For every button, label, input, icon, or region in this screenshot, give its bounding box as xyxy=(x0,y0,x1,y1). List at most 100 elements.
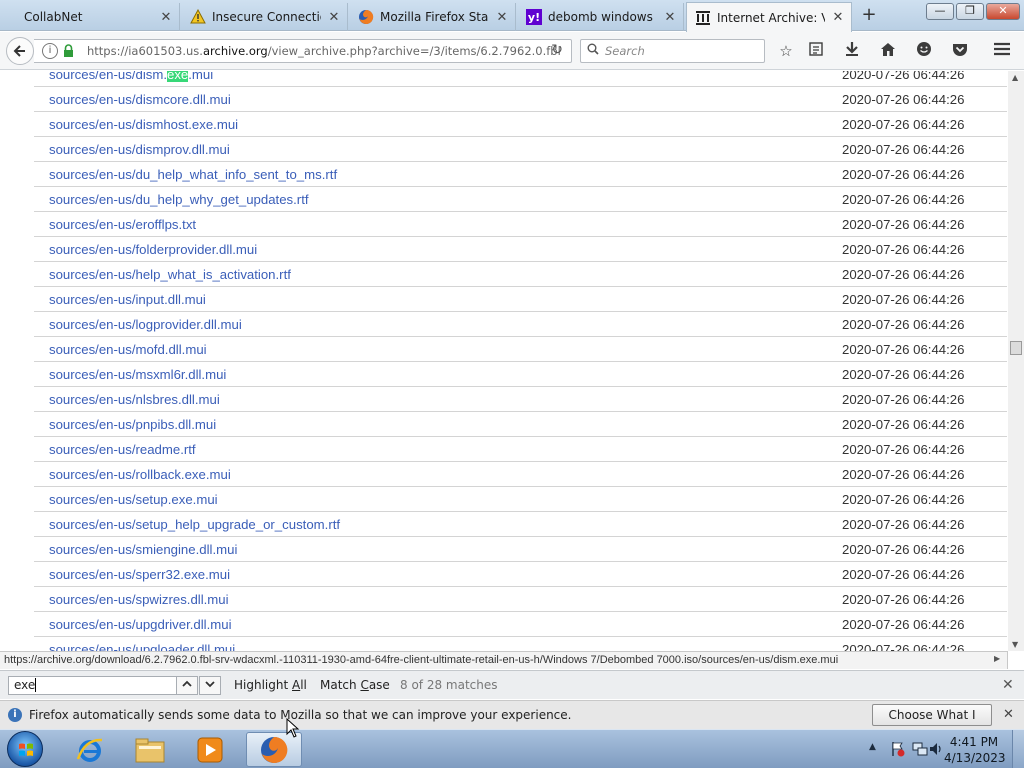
maximize-button[interactable]: ❐ xyxy=(956,3,984,20)
find-input[interactable]: exe xyxy=(8,676,177,695)
find-next-button[interactable] xyxy=(199,676,221,695)
back-arrow-icon xyxy=(13,45,25,57)
file-link[interactable]: sources/en-us/readme.rtf xyxy=(49,442,196,457)
scroll-right-arrow-icon[interactable]: ▶ xyxy=(994,654,1000,663)
media-player-icon[interactable] xyxy=(182,732,238,767)
reload-icon[interactable]: ↻ xyxy=(551,42,563,58)
reader-list-icon[interactable] xyxy=(806,41,826,61)
match-case-label: Match xyxy=(320,678,361,692)
file-name-text: sources/en-us/dism. xyxy=(49,71,167,82)
file-date: 2020-07-26 06:44:26 xyxy=(842,492,965,507)
file-link[interactable]: sources/en-us/dism.exe.mui xyxy=(49,71,213,82)
tab-mozilla-firefox[interactable]: Mozilla Firefox Star... ✕ xyxy=(350,3,516,31)
file-link[interactable]: sources/en-us/smiengine.dll.mui xyxy=(49,542,237,557)
file-date: 2020-07-26 06:44:26 xyxy=(842,167,965,182)
file-link[interactable]: sources/en-us/spwizres.dll.mui xyxy=(49,592,229,607)
file-link[interactable]: sources/en-us/input.dll.mui xyxy=(49,292,206,307)
file-link[interactable]: sources/en-us/pnpibs.dll.mui xyxy=(49,417,216,432)
tab-strip: CollabNet ✕ Insecure Connection ✕ Mozill… xyxy=(0,0,1024,32)
file-link[interactable]: sources/en-us/upgloader.dll.mui xyxy=(49,642,235,651)
back-button[interactable] xyxy=(6,37,34,65)
file-date: 2020-07-26 06:44:26 xyxy=(842,342,965,357)
file-name-text: sources/en-us/input.dll.mui xyxy=(49,292,206,307)
hamburger-menu-icon[interactable] xyxy=(992,41,1012,61)
tab-internet-archive[interactable]: Internet Archive: Vi... ✕ xyxy=(686,2,852,32)
file-link[interactable]: sources/en-us/erofflps.txt xyxy=(49,217,196,232)
tab-close-icon[interactable]: ✕ xyxy=(663,10,677,25)
file-date: 2020-07-26 06:44:26 xyxy=(842,617,965,632)
minimize-button[interactable]: — xyxy=(926,3,954,20)
tab-close-icon[interactable]: ✕ xyxy=(327,10,341,25)
file-link[interactable]: sources/en-us/rollback.exe.mui xyxy=(49,467,231,482)
home-icon[interactable] xyxy=(878,41,898,61)
highlight-all-accesskey: A xyxy=(292,678,301,692)
tab-debomb-windows[interactable]: y! debomb windows ... ✕ xyxy=(518,3,684,31)
file-link[interactable]: sources/en-us/upgdriver.dll.mui xyxy=(49,617,232,632)
url-path: /view_archive.php?archive=/3/items/6.2.7… xyxy=(267,44,561,58)
lock-icon[interactable] xyxy=(63,44,75,58)
vertical-scrollbar[interactable]: ▲ ▼ xyxy=(1008,71,1024,651)
tray-expand-icon[interactable]: ▲ xyxy=(869,742,876,752)
file-link[interactable]: sources/en-us/setup.exe.mui xyxy=(49,492,218,507)
file-date: 2020-07-26 06:44:26 xyxy=(842,517,965,532)
scrollbar-thumb[interactable] xyxy=(1010,341,1022,355)
url-bar[interactable]: i https://ia601503.us.archive.org/view_a… xyxy=(34,39,572,63)
choose-what-i-share-button[interactable]: Choose What I Share xyxy=(872,704,992,742)
new-tab-button[interactable]: + xyxy=(858,6,880,26)
close-window-button[interactable]: ✕ xyxy=(986,3,1020,20)
search-bar[interactable]: Search xyxy=(580,39,765,63)
tab-collabnet[interactable]: CollabNet ✕ xyxy=(0,3,180,31)
table-row: sources/en-us/dism.exe.mui 2020-07-26 06:… xyxy=(34,71,1007,87)
tab-close-icon[interactable]: ✕ xyxy=(159,10,173,25)
file-link[interactable]: sources/en-us/du_help_what_info_sent_to_… xyxy=(49,167,337,182)
file-date: 2020-07-26 06:44:26 xyxy=(842,71,965,82)
file-link[interactable]: sources/en-us/dismcore.dll.mui xyxy=(49,92,231,107)
scroll-down-arrow-icon[interactable]: ▼ xyxy=(1012,640,1018,649)
table-row: sources/en-us/logprovider.dll.mui 2020-07… xyxy=(34,312,1007,337)
tab-close-icon[interactable]: ✕ xyxy=(831,10,845,25)
show-desktop-button[interactable] xyxy=(1012,730,1024,768)
system-clock[interactable]: 4:41 PM 4/13/2023 xyxy=(944,734,1006,766)
internet-explorer-icon[interactable] xyxy=(62,732,118,767)
url-text[interactable]: https://ia601503.us.archive.org/view_arc… xyxy=(87,44,561,58)
tab-close-icon[interactable]: ✕ xyxy=(495,10,509,25)
notification-close-icon[interactable]: ✕ xyxy=(1003,707,1014,722)
navigation-toolbar: i https://ia601503.us.archive.org/view_a… xyxy=(0,32,1024,70)
info-icon[interactable]: i xyxy=(42,43,58,59)
network-icon[interactable] xyxy=(912,741,928,757)
file-link[interactable]: sources/en-us/dismhost.exe.mui xyxy=(49,117,238,132)
hello-chat-icon[interactable] xyxy=(914,41,934,61)
find-previous-button[interactable] xyxy=(176,676,198,695)
file-link[interactable]: sources/en-us/folderprovider.dll.mui xyxy=(49,242,257,257)
table-row: sources/en-us/msxml6r.dll.mui 2020-07-26 … xyxy=(34,362,1007,387)
file-date: 2020-07-26 06:44:26 xyxy=(842,267,965,282)
scroll-up-arrow-icon[interactable]: ▲ xyxy=(1012,73,1018,82)
file-link[interactable]: sources/en-us/msxml6r.dll.mui xyxy=(49,367,226,382)
volume-icon[interactable] xyxy=(928,741,944,757)
download-icon[interactable] xyxy=(842,41,862,61)
file-link[interactable]: sources/en-us/nlsbres.dll.mui xyxy=(49,392,220,407)
start-button[interactable] xyxy=(4,730,46,768)
chevron-up-icon xyxy=(182,680,192,687)
highlight-all-toggle[interactable]: Highlight All xyxy=(234,678,307,692)
tab-insecure-connection[interactable]: Insecure Connection ✕ xyxy=(182,3,348,31)
action-center-flag-icon[interactable] xyxy=(890,741,906,757)
file-link[interactable]: sources/en-us/setup_help_upgrade_or_cust… xyxy=(49,517,340,532)
match-case-toggle[interactable]: Match Case xyxy=(320,678,390,692)
yahoo-icon: y! xyxy=(526,9,542,25)
file-date: 2020-07-26 06:44:26 xyxy=(842,567,965,582)
pocket-icon[interactable] xyxy=(950,41,970,61)
table-row: sources/en-us/dismcore.dll.mui 2020-07-26… xyxy=(34,87,1007,112)
table-row: sources/en-us/folderprovider.dll.mui 2020… xyxy=(34,237,1007,262)
file-link[interactable]: sources/en-us/mofd.dll.mui xyxy=(49,342,207,357)
file-link[interactable]: sources/en-us/sperr32.exe.mui xyxy=(49,567,230,582)
file-explorer-icon[interactable] xyxy=(122,732,178,767)
file-link[interactable]: sources/en-us/logprovider.dll.mui xyxy=(49,317,242,332)
file-link[interactable]: sources/en-us/dismprov.dll.mui xyxy=(49,142,230,157)
file-date: 2020-07-26 06:44:26 xyxy=(842,242,965,257)
file-link[interactable]: sources/en-us/du_help_why_get_updates.rt… xyxy=(49,192,309,207)
file-link[interactable]: sources/en-us/help_what_is_activation.rt… xyxy=(49,267,291,282)
bookmark-star-icon[interactable]: ☆ xyxy=(776,41,796,61)
find-close-icon[interactable]: ✕ xyxy=(1002,677,1014,693)
clock-date: 4/13/2023 xyxy=(944,751,1006,765)
